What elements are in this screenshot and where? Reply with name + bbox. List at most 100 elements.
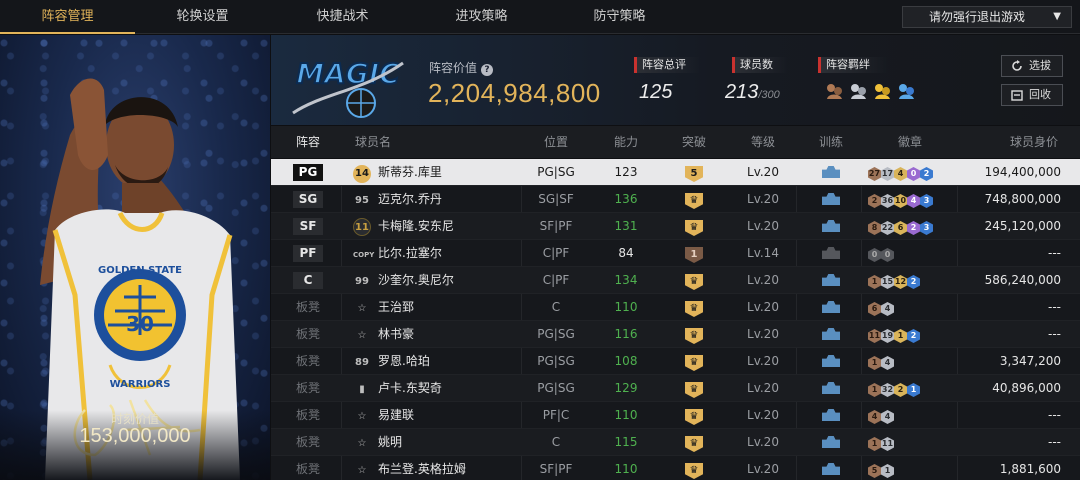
col-header-name[interactable]: 球员名 xyxy=(353,126,393,158)
chemistry-icons[interactable] xyxy=(824,81,916,101)
tab-defense-strategy[interactable]: 防守策略 xyxy=(552,0,687,34)
player-row[interactable]: 板凳 89 罗恩.哈珀 PG|SG 108 ♛ Lv.20 1 4 3,347,200 xyxy=(271,348,1080,375)
player-name[interactable]: 迈克尔.乔丹 xyxy=(378,186,528,213)
breakthrough-cell[interactable]: ♛ xyxy=(671,348,717,375)
lineup-slot[interactable]: 板凳 xyxy=(291,456,325,480)
chemistry-icon-silver[interactable] xyxy=(848,81,868,101)
col-header-position[interactable]: 位置 xyxy=(533,126,579,158)
player-row[interactable]: PF COPY 比尔.拉塞尔 C|PF 84 1 Lv.14 0 0 --- xyxy=(271,240,1080,267)
badge-list[interactable]: 00 xyxy=(868,240,960,267)
training-cell[interactable] xyxy=(811,402,851,429)
jersey-number: ☆ xyxy=(357,465,367,476)
player-row[interactable]: SF 11 卡梅隆.安东尼 SF|PF 131 ♛ Lv.20 8 22 6 2 3 245,120,0… xyxy=(271,213,1080,240)
training-cell[interactable] xyxy=(811,348,851,375)
lineup-slot[interactable]: 板凳 xyxy=(291,375,325,402)
lineup-slot[interactable]: 板凳 xyxy=(291,348,325,375)
breakthrough-cell[interactable]: ♛ xyxy=(671,186,717,213)
breakthrough-cell[interactable]: ♛ xyxy=(671,321,717,348)
col-header-ability[interactable]: 能力 xyxy=(605,126,647,158)
player-name[interactable]: 王治郅 xyxy=(378,294,528,321)
draft-button[interactable]: 选拔 xyxy=(1001,55,1063,77)
training-cell[interactable] xyxy=(811,294,851,321)
col-header-breakthrough[interactable]: 突破 xyxy=(673,126,715,158)
breakthrough-cell[interactable]: ♛ xyxy=(671,267,717,294)
col-header-level[interactable]: 等级 xyxy=(742,126,784,158)
player-name[interactable]: 罗恩.哈珀 xyxy=(378,348,528,375)
training-cell[interactable] xyxy=(811,186,851,213)
lineup-slot[interactable]: 板凳 xyxy=(291,429,325,456)
training-cell[interactable] xyxy=(811,267,851,294)
badge-list[interactable]: 51 xyxy=(868,456,960,480)
tab-offense-strategy[interactable]: 进攻策略 xyxy=(414,0,549,34)
tab-rotation-settings[interactable]: 轮换设置 xyxy=(135,0,270,34)
breakthrough-cell[interactable]: ♛ xyxy=(671,402,717,429)
chemistry-icon-gold[interactable] xyxy=(872,81,892,101)
breakthrough-cell[interactable]: ♛ xyxy=(671,213,717,240)
player-name[interactable]: 斯蒂芬.库里 xyxy=(378,159,528,186)
breakthrough-cell[interactable]: 1 xyxy=(671,240,717,267)
lineup-slot[interactable]: PF xyxy=(291,240,325,267)
badge-list[interactable]: 1 32 2 1 xyxy=(868,375,960,402)
player-row[interactable]: 板凳 ▮ 卢卡.东契奇 PG|SG 129 ♛ Lv.20 1 32 2 1 40,896,000 xyxy=(271,375,1080,402)
help-icon[interactable]: ? xyxy=(481,64,494,76)
lineup-slot[interactable]: SG xyxy=(291,186,325,213)
training-cell[interactable] xyxy=(811,321,851,348)
chemistry-icon-blue[interactable] xyxy=(896,81,916,101)
jersey-number: 99 xyxy=(355,276,369,287)
chemistry-icon-bronze[interactable] xyxy=(824,81,844,101)
breakthrough-cell[interactable]: ♛ xyxy=(671,375,717,402)
player-name[interactable]: 沙奎尔.奥尼尔 xyxy=(378,267,528,294)
badge-list[interactable]: 2 36 10 4 3 xyxy=(868,186,960,213)
player-row[interactable]: 板凳 ☆ 林书豪 PG|SG 116 ♛ Lv.20 11 19 1 2 --- xyxy=(271,321,1080,348)
training-cell[interactable] xyxy=(811,159,851,186)
player-name[interactable]: 易建联 xyxy=(378,402,528,429)
badge-list[interactable]: 27 17 4 0 2 xyxy=(868,159,960,186)
training-cell[interactable] xyxy=(811,456,851,480)
badge-list[interactable]: 1 15 12 2 xyxy=(868,267,960,294)
player-name[interactable]: 卡梅隆.安东尼 xyxy=(378,213,528,240)
player-row[interactable]: 板凳 ☆ 姚明 C 115 ♛ Lv.20 1 11 --- xyxy=(271,429,1080,456)
lineup-slot[interactable]: 板凳 xyxy=(291,402,325,429)
player-count-label: 球员数 xyxy=(732,57,788,73)
badge-list[interactable]: 8 22 6 2 3 xyxy=(868,213,960,240)
tab-quick-tactics[interactable]: 快捷战术 xyxy=(275,0,410,34)
lineup-slot[interactable]: 板凳 xyxy=(291,321,325,348)
badge-list[interactable]: 14 xyxy=(868,348,960,375)
player-name[interactable]: 卢卡.东契奇 xyxy=(378,375,528,402)
col-header-slot[interactable]: 阵容 xyxy=(287,126,329,158)
breakthrough-cell[interactable]: 5 xyxy=(671,159,717,186)
player-name[interactable]: 姚明 xyxy=(378,429,528,456)
player-row[interactable]: 板凳 ☆ 王治郅 C 110 ♛ Lv.20 6 4 --- xyxy=(271,294,1080,321)
player-row[interactable]: 板凳 ☆ 布兰登.英格拉姆 SF|PF 110 ♛ Lv.20 5 1 1,881,600 xyxy=(271,456,1080,480)
player-name[interactable]: 布兰登.英格拉姆 xyxy=(378,456,528,480)
badge-list[interactable]: 1 11 xyxy=(868,429,960,456)
training-cell[interactable] xyxy=(811,240,851,267)
exit-warning-select[interactable]: 请勿强行退出游戏 ▼ xyxy=(902,6,1072,28)
col-header-badges[interactable]: 徽章 xyxy=(889,126,931,158)
player-name[interactable]: 林书豪 xyxy=(378,321,528,348)
badge-list[interactable]: 11 19 1 2 xyxy=(868,321,960,348)
badge-list[interactable]: 64 xyxy=(868,294,960,321)
training-cell[interactable] xyxy=(811,429,851,456)
breakthrough-cell[interactable]: ♛ xyxy=(671,429,717,456)
lineup-slot[interactable]: SF xyxy=(291,213,325,240)
player-name[interactable]: 比尔.拉塞尔 xyxy=(378,240,528,267)
breakthrough-cell[interactable]: ♛ xyxy=(671,456,717,480)
col-header-training[interactable]: 训练 xyxy=(810,126,852,158)
breakthrough-cell[interactable]: ♛ xyxy=(671,294,717,321)
lineup-slot[interactable]: PG xyxy=(291,159,325,186)
lineup-slot[interactable]: C xyxy=(291,267,325,294)
player-row[interactable]: 板凳 ☆ 易建联 PF|C 110 ♛ Lv.20 4 4 --- xyxy=(271,402,1080,429)
player-row[interactable]: C 99 沙奎尔.奥尼尔 C|PF 134 ♛ Lv.20 1 15 12 2 586,240,000 xyxy=(271,267,1080,294)
tab-lineup-management[interactable]: 阵容管理 xyxy=(0,0,135,34)
player-position: SG|SF xyxy=(538,192,574,206)
recall-icon xyxy=(1011,90,1023,101)
player-row[interactable]: SG 95 迈克尔.乔丹 SG|SF 136 ♛ Lv.20 2 36 10 4 3 748,800,0… xyxy=(271,186,1080,213)
lineup-slot[interactable]: 板凳 xyxy=(291,294,325,321)
recall-button[interactable]: 回收 xyxy=(1001,84,1063,106)
training-cell[interactable] xyxy=(811,213,851,240)
player-row[interactable]: PG 14 斯蒂芬.库里 PG|SG 123 5 Lv.20 27 17 4 0 2 194,400,0… xyxy=(271,159,1080,186)
col-header-value[interactable]: 球员身价 xyxy=(1001,126,1067,158)
training-cell[interactable] xyxy=(811,375,851,402)
badge-list[interactable]: 44 xyxy=(868,402,960,429)
